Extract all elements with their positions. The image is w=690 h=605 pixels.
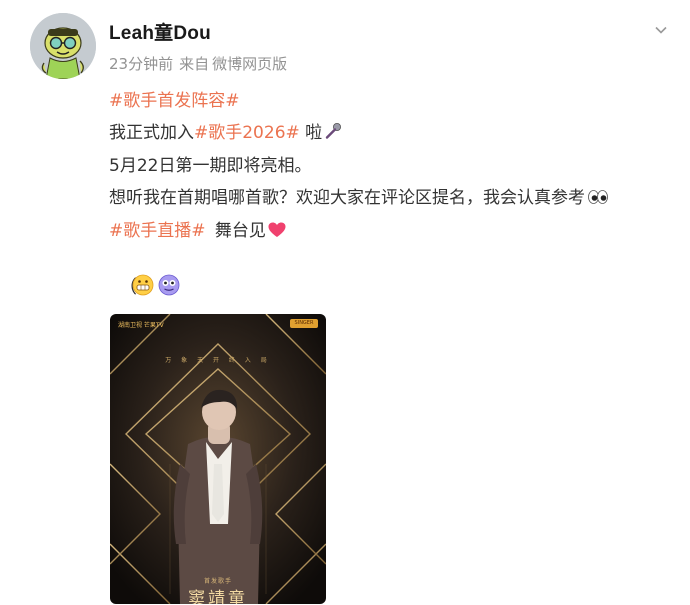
content-line-4: 想听我在首期唱哪首歌？欢迎大家在评论区提名，我会认真参考 bbox=[109, 183, 669, 217]
grimace-emoji-icon bbox=[132, 274, 154, 301]
user-avatar[interactable] bbox=[30, 13, 96, 79]
hashtag-link[interactable]: #歌手直播# bbox=[109, 221, 206, 241]
content-text: 想听我在首期唱哪首歌？欢迎大家在评论区提名，我会认真参考 bbox=[109, 187, 585, 208]
content-text: 5月22日第一期即将亮相。 bbox=[109, 156, 312, 176]
hashtag-link[interactable]: #歌手2026# bbox=[194, 123, 300, 143]
source-prefix: 来自 bbox=[179, 55, 210, 73]
poster-subtitle: 万 象 天 开 终 入 局 bbox=[165, 357, 271, 364]
more-options-chevron-icon[interactable] bbox=[654, 23, 668, 37]
post-meta: 23分钟前 来自 微博网页版 bbox=[109, 53, 293, 74]
post-content: #歌手首发阵容# 我正式加入#歌手2026# 啦 5月22日第一期即将亮相。 想… bbox=[109, 86, 669, 250]
content-line-1: #歌手首发阵容# bbox=[109, 86, 669, 118]
content-line-5: #歌手直播# 舞台见 bbox=[109, 216, 669, 250]
poster-name: 窦靖童 bbox=[188, 589, 248, 604]
eyes-icon bbox=[587, 185, 609, 217]
username[interactable]: Leah童Dou bbox=[109, 18, 211, 45]
heart-icon bbox=[268, 218, 286, 250]
content-line-2: 我正式加入#歌手2026# 啦 bbox=[109, 118, 669, 152]
hashtag-link[interactable]: #歌手首发阵容# bbox=[109, 91, 240, 111]
poster-logos: 湖南卫视 芒果TV bbox=[118, 322, 164, 329]
post-image[interactable]: 湖南卫视 芒果TV SINGER 万 象 天 开 终 入 局 首发歌手 窦靖童 bbox=[110, 314, 326, 604]
content-text: 舞台见 bbox=[214, 221, 266, 241]
content-text: 我正式加入 bbox=[109, 122, 194, 143]
post-time[interactable]: 23分钟前 bbox=[109, 55, 173, 73]
purple-face-emoji-icon bbox=[158, 274, 180, 301]
post-source[interactable]: 微博网页版 bbox=[212, 55, 287, 73]
avatar-cartoon-icon bbox=[30, 13, 96, 79]
content-line-3: 5月22日第一期即将亮相。 bbox=[109, 151, 669, 183]
poster-badge: SINGER bbox=[290, 319, 318, 328]
weibo-post-card: Leah童Dou 23分钟前 来自 微博网页版 #歌手首发阵容# 我正式加入#歌手2… bbox=[0, 0, 690, 605]
microphone-icon bbox=[324, 120, 342, 152]
content-text: 啦 bbox=[305, 122, 323, 143]
